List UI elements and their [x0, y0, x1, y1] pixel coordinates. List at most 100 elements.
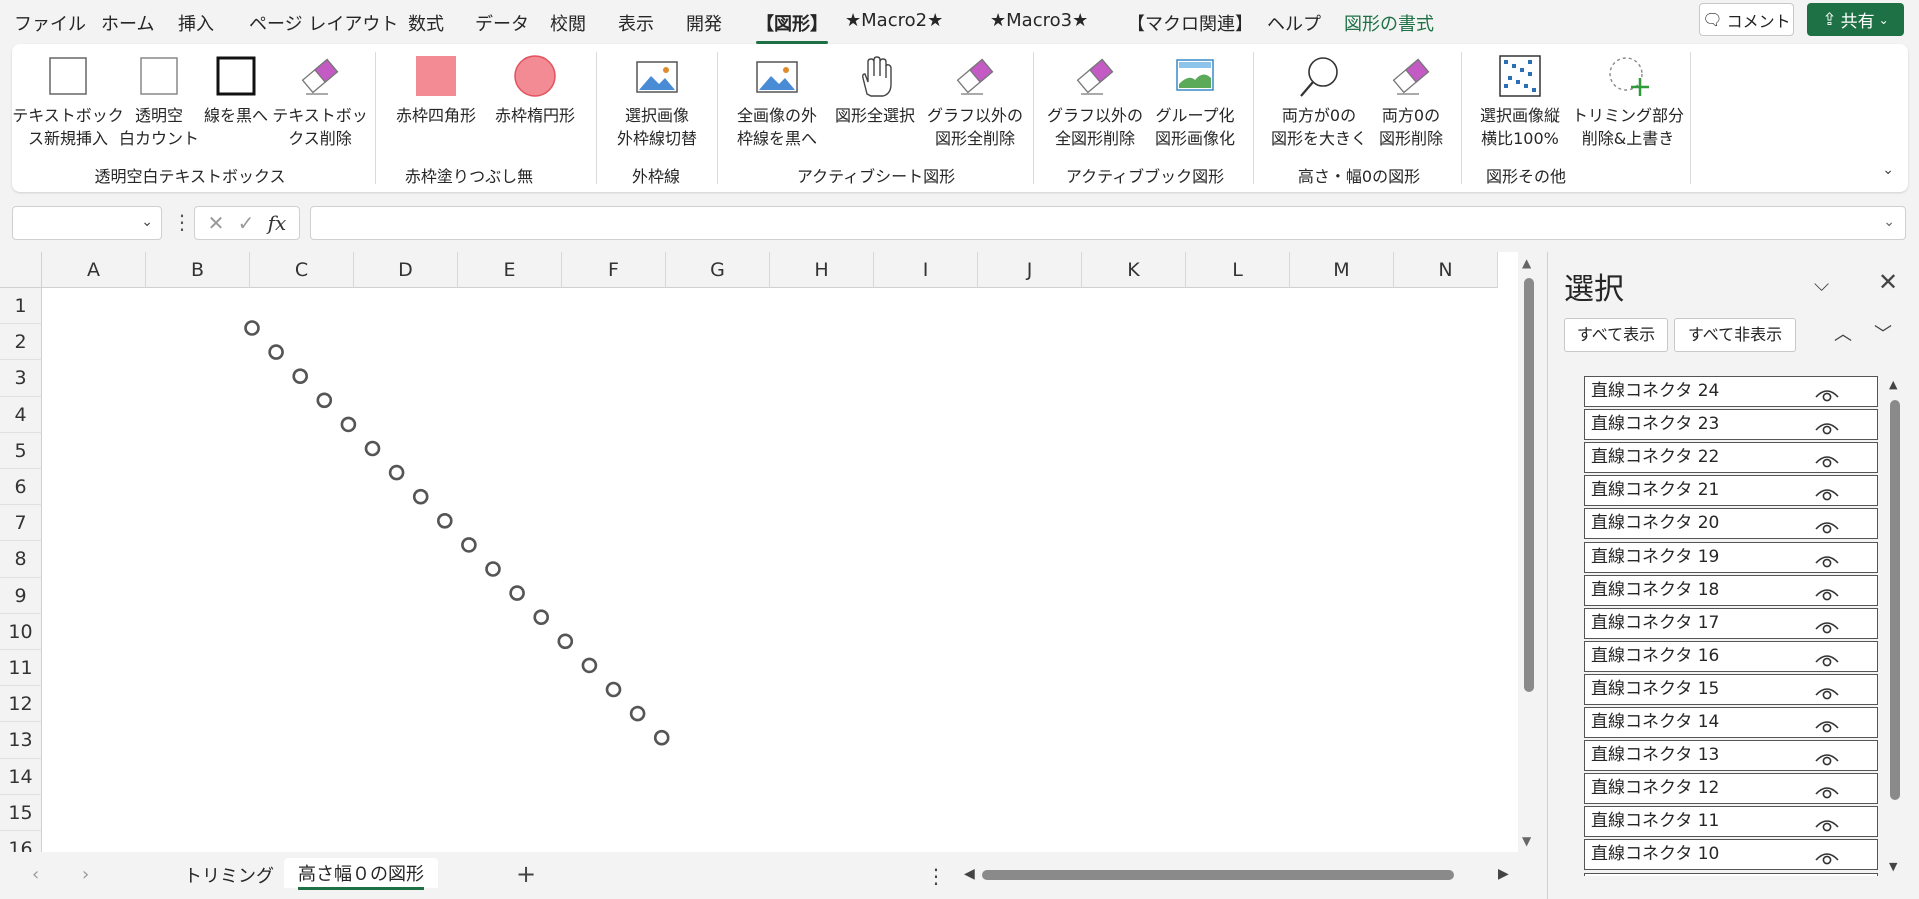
- shape-list-item[interactable]: 直線コネクタ 16: [1584, 640, 1878, 672]
- column-header[interactable]: G: [666, 252, 770, 288]
- chevron-down-icon[interactable]: ⌵: [1814, 272, 1829, 296]
- shape-list-item[interactable]: 直線コネクタ 14: [1584, 707, 1878, 738]
- menu-tab-12[interactable]: 【マクロ関連】: [1127, 10, 1253, 36]
- zero-size-shape-handle[interactable]: [364, 440, 381, 457]
- ribbon-button-3[interactable]: テキストボッ クス削除: [260, 52, 380, 150]
- column-header[interactable]: A: [42, 252, 146, 288]
- row-header[interactable]: 12: [0, 686, 42, 723]
- scroll-down-icon[interactable]: ▼: [1889, 860, 1897, 873]
- shape-list-item[interactable]: 直線コネクタ 13: [1584, 740, 1878, 772]
- name-box[interactable]: ⌄: [12, 206, 162, 240]
- send-backward-icon[interactable]: ﹀: [1866, 318, 1900, 352]
- menu-tab-11[interactable]: ★Macro3★: [990, 10, 1088, 31]
- menu-tab-1[interactable]: ホーム: [101, 10, 154, 36]
- more-options-icon[interactable]: ⋮: [172, 210, 192, 234]
- menu-tab-7[interactable]: 表示: [618, 10, 654, 36]
- column-header[interactable]: J: [978, 252, 1082, 288]
- column-header[interactable]: E: [458, 252, 562, 288]
- shape-list-item[interactable]: 直線コネクタ 17: [1584, 607, 1878, 639]
- insert-function-button[interactable]: fx: [268, 211, 287, 235]
- row-header[interactable]: 3: [0, 360, 42, 397]
- more-tabs-icon[interactable]: ⋮: [926, 864, 946, 888]
- row-header[interactable]: 13: [0, 722, 42, 759]
- formula-input[interactable]: ⌄: [310, 206, 1906, 240]
- zero-size-shape-handle[interactable]: [605, 681, 622, 698]
- share-button[interactable]: ⇪ 共有 ⌄: [1807, 3, 1904, 36]
- column-header[interactable]: M: [1290, 252, 1394, 288]
- column-header[interactable]: D: [354, 252, 458, 288]
- scroll-up-icon[interactable]: ▲: [1522, 256, 1531, 270]
- ribbon-button-14[interactable]: 選択画像縦 横比100%: [1460, 52, 1580, 150]
- bring-forward-icon[interactable]: ︿: [1826, 318, 1860, 352]
- pane-scrollbar[interactable]: ▲ ▼: [1884, 376, 1906, 876]
- ribbon-button-5[interactable]: 赤枠楕円形: [475, 52, 595, 127]
- zero-size-shape-handle[interactable]: [485, 561, 501, 577]
- column-header[interactable]: H: [770, 252, 874, 288]
- ribbon-button-13[interactable]: 両方0の 図形削除: [1351, 52, 1471, 150]
- menu-tab-3[interactable]: ページ レイアウト: [249, 10, 398, 36]
- shape-list-item[interactable]: 直線コネクタ 12: [1584, 773, 1878, 805]
- column-header[interactable]: C: [250, 252, 354, 288]
- shape-list-item[interactable]: 直線コネクタ 23: [1584, 409, 1878, 441]
- cancel-icon[interactable]: ✕: [208, 211, 225, 235]
- zero-size-shape-handle[interactable]: [581, 657, 598, 674]
- menu-tab-14[interactable]: 図形の書式: [1344, 10, 1434, 36]
- zero-size-shape-handle[interactable]: [292, 368, 309, 384]
- scroll-down-icon[interactable]: ▼: [1522, 834, 1531, 848]
- zero-size-shape-handle[interactable]: [653, 729, 670, 746]
- zero-size-shape-handle[interactable]: [412, 488, 429, 505]
- scroll-left-icon[interactable]: ◀: [964, 866, 975, 882]
- ribbon-collapse-icon[interactable]: ⌄: [1882, 162, 1894, 178]
- menu-tab-4[interactable]: 数式: [408, 10, 444, 36]
- shape-list-item[interactable]: 直線コネクタ 15: [1584, 673, 1878, 705]
- zero-size-shape-handle[interactable]: [436, 512, 453, 529]
- shape-list-item[interactable]: 直線コネクタ 22: [1584, 442, 1878, 474]
- sheet-tab-1[interactable]: 高さ幅０の図形: [284, 858, 438, 890]
- column-header[interactable]: N: [1394, 252, 1498, 288]
- menu-tab-5[interactable]: データ: [475, 10, 529, 36]
- zero-size-shape-handle[interactable]: [316, 392, 333, 409]
- pane-scroll-thumb[interactable]: [1890, 400, 1900, 800]
- shape-list-item[interactable]: 直線コネクタ 20: [1584, 508, 1878, 540]
- zero-size-shape-handle[interactable]: [268, 344, 284, 360]
- horizontal-scroll-thumb[interactable]: [982, 870, 1454, 880]
- zero-size-shape-handle[interactable]: [388, 464, 405, 481]
- close-icon[interactable]: ✕: [1878, 268, 1898, 296]
- comment-button[interactable]: 🗨 コメント: [1699, 3, 1794, 36]
- shape-list-item[interactable]: 直線コネクタ 18: [1584, 574, 1878, 606]
- shape-list-item-partial[interactable]: [1584, 872, 1878, 876]
- tab-next-icon[interactable]: ›: [82, 864, 89, 885]
- row-header[interactable]: 9: [0, 577, 42, 614]
- row-header[interactable]: 10: [0, 613, 42, 650]
- zero-size-shape-handle[interactable]: [533, 609, 550, 626]
- ribbon-button-9[interactable]: グラフ以外の 図形全削除: [915, 52, 1035, 150]
- menu-tab-6[interactable]: 校閲: [550, 10, 586, 36]
- row-header[interactable]: 15: [0, 794, 42, 831]
- column-header[interactable]: K: [1082, 252, 1186, 288]
- sheet-tab-0[interactable]: トリミング: [184, 862, 274, 888]
- menu-tab-2[interactable]: 挿入: [178, 10, 214, 36]
- row-header[interactable]: 11: [0, 650, 42, 687]
- ribbon-button-15[interactable]: トリミング部分 削除&上書き: [1568, 52, 1688, 150]
- scroll-right-icon[interactable]: ▶: [1498, 866, 1509, 882]
- expand-formula-icon[interactable]: ⌄: [1883, 214, 1895, 230]
- column-header[interactable]: F: [562, 252, 666, 288]
- menu-tab-8[interactable]: 開発: [686, 10, 722, 36]
- confirm-icon[interactable]: ✓: [238, 211, 255, 235]
- ribbon-button-11[interactable]: グループ化 図形画像化: [1135, 52, 1255, 150]
- column-header[interactable]: B: [146, 252, 250, 288]
- show-all-button[interactable]: すべて表示: [1564, 318, 1668, 352]
- zero-size-shape-handle[interactable]: [629, 705, 646, 722]
- zero-size-shape-handle[interactable]: [461, 537, 477, 553]
- menu-tab-0[interactable]: ファイル: [14, 10, 86, 36]
- menu-tab-13[interactable]: ヘルプ: [1267, 10, 1321, 36]
- row-header[interactable]: 7: [0, 505, 42, 542]
- row-header[interactable]: 2: [0, 324, 42, 361]
- add-sheet-button[interactable]: +: [516, 860, 536, 888]
- hide-all-button[interactable]: すべて非表示: [1674, 318, 1796, 352]
- zero-size-shape-handle[interactable]: [557, 633, 574, 650]
- scroll-up-icon[interactable]: ▲: [1889, 378, 1897, 391]
- row-header[interactable]: 4: [0, 396, 42, 433]
- chevron-down-icon[interactable]: ⌄: [141, 214, 153, 230]
- shape-list-item[interactable]: 直線コネクタ 24: [1584, 376, 1878, 407]
